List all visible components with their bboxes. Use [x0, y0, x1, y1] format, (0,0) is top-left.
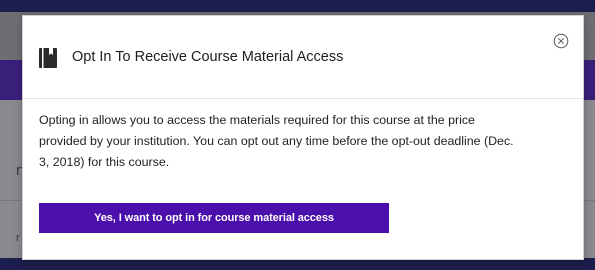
close-icon[interactable]	[553, 33, 569, 49]
background-topbar	[0, 0, 595, 12]
opt-in-button[interactable]: Yes, I want to opt in for course materia…	[39, 203, 389, 233]
modal-title: Opt In To Receive Course Material Access	[72, 49, 344, 65]
background-text-fragment: r	[16, 232, 20, 244]
opt-in-modal: Opt In To Receive Course Material Access…	[22, 15, 584, 260]
book-icon	[39, 48, 57, 68]
modal-header: Opt In To Receive Course Material Access	[23, 16, 583, 99]
modal-body-text: Opting in allows you to access the mater…	[39, 113, 514, 169]
